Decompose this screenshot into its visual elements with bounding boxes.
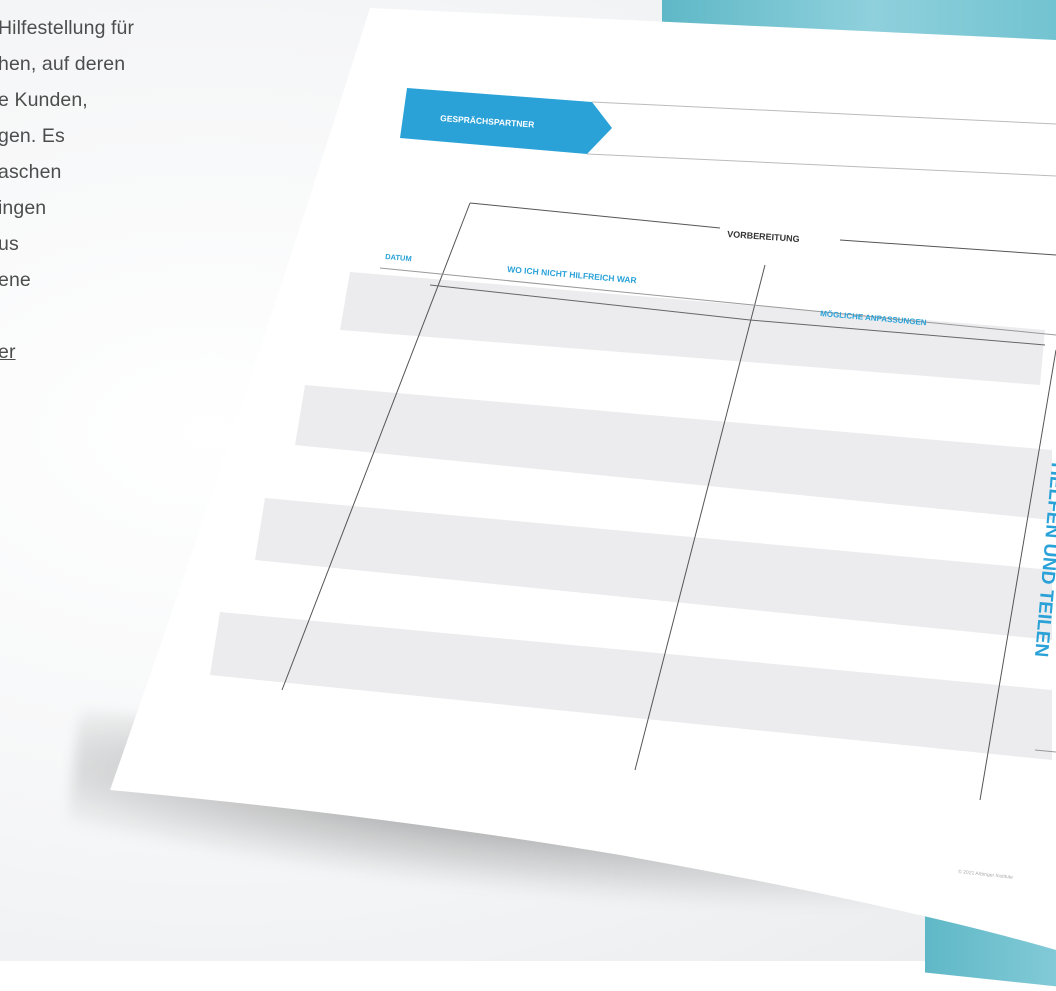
worksheet-paper: GESPRÄCHSPARTNER VORBEREITUNG DATUM WO I… (110, 8, 1056, 950)
